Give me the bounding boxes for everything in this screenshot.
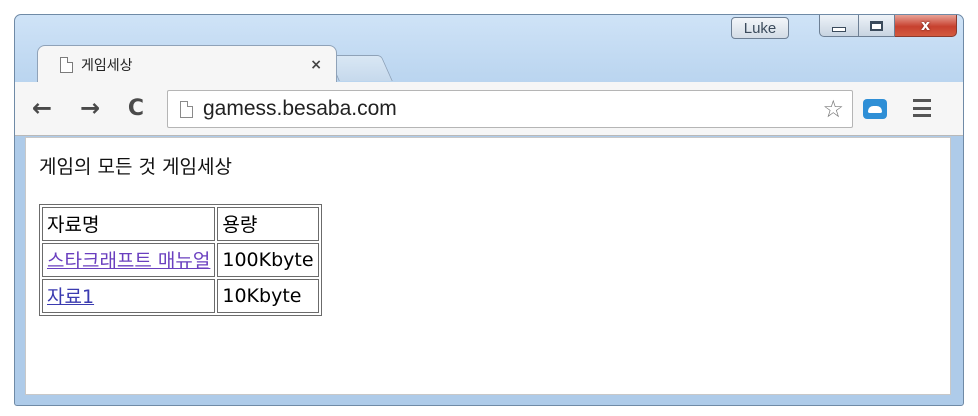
file-size: 10Kbyte xyxy=(217,279,319,313)
page-heading: 게임의 모든 것 게임세상 xyxy=(39,156,232,178)
bookmark-star-icon[interactable]: ☆ xyxy=(822,95,844,123)
table-row: 스타크래프트 매뉴얼 100Kbyte xyxy=(42,243,319,277)
files-table: 자료명 용량 스타크래프트 매뉴얼 100Kbyte 자료1 10Kbyte xyxy=(39,204,322,316)
table-header-row: 자료명 용량 xyxy=(42,207,319,241)
maximize-icon xyxy=(870,20,883,31)
window-controls: x xyxy=(819,15,957,37)
profile-button[interactable]: Luke xyxy=(731,17,789,39)
new-tab-button[interactable] xyxy=(327,55,393,81)
tab-close-icon[interactable]: × xyxy=(310,57,322,73)
url-text[interactable]: gamess.besaba.com xyxy=(203,97,822,121)
page-icon xyxy=(60,56,73,73)
maximize-button[interactable] xyxy=(859,15,895,37)
tab-active[interactable]: 게임세상 × xyxy=(37,45,337,83)
reload-button[interactable]: C xyxy=(119,90,153,126)
file-link[interactable]: 자료1 xyxy=(47,286,94,308)
minimize-icon xyxy=(832,27,846,32)
minimize-button[interactable] xyxy=(819,15,859,37)
table-row: 자료1 10Kbyte xyxy=(42,279,319,313)
column-header-size: 용량 xyxy=(217,207,319,241)
close-icon: x xyxy=(920,17,931,34)
back-button[interactable]: ← xyxy=(25,90,59,126)
page-content: 게임의 모든 것 게임세상 자료명 용량 스타크래프트 매뉴얼 100Kbyte… xyxy=(25,137,951,395)
file-size: 100Kbyte xyxy=(217,243,319,277)
cloud-extension-icon[interactable] xyxy=(863,99,887,119)
forward-button[interactable]: → xyxy=(73,90,107,126)
menu-icon[interactable] xyxy=(913,99,931,117)
column-header-name: 자료명 xyxy=(42,207,216,241)
page-icon xyxy=(180,100,193,118)
browser-window: Luke x 게임세상 × ← → C gamess.besaba.com ☆ … xyxy=(14,14,964,406)
close-window-button[interactable]: x xyxy=(895,15,957,37)
tab-title: 게임세상 xyxy=(81,57,133,74)
browser-toolbar: ← → C gamess.besaba.com ☆ xyxy=(15,82,963,136)
address-bar[interactable]: gamess.besaba.com ☆ xyxy=(167,90,853,128)
file-link[interactable]: 스타크래프트 매뉴얼 xyxy=(47,250,210,272)
